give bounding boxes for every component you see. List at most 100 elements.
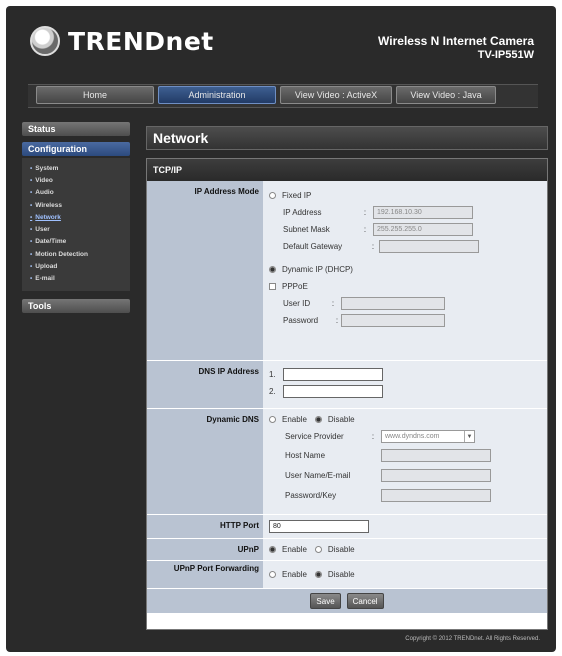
menu-item-motion-detection[interactable]: • Motion Detection <box>22 248 130 260</box>
ip-mode-label: IP Address Mode <box>147 181 263 360</box>
bullet-icon: • <box>30 275 33 283</box>
ddns-password-field[interactable] <box>381 488 491 502</box>
bullet-icon: • <box>30 250 33 258</box>
ddns-enable-radio[interactable] <box>269 416 276 423</box>
ip-mode-values: Fixed IP IP Address:192.168.10.30 Subnet… <box>263 181 547 360</box>
menu-item-wireless[interactable]: • Wireless <box>22 199 130 211</box>
bullet-icon: • <box>30 238 33 246</box>
dhcp-radio[interactable] <box>269 266 276 273</box>
cancel-button[interactable]: Cancel <box>346 593 384 609</box>
bullet-icon: • <box>30 263 33 271</box>
menu-item-audio[interactable]: • Audio <box>22 187 130 199</box>
bullet-icon: • <box>30 226 33 234</box>
ddns-user-field[interactable] <box>381 468 491 482</box>
menu-item-network[interactable]: • Network <box>22 211 130 223</box>
menu-tools[interactable]: Tools <box>22 298 130 313</box>
upnp-row: UPnP Enable Disable <box>147 539 547 561</box>
menu-configuration[interactable]: Configuration <box>22 142 130 156</box>
fixed-ip-label: Fixed IP <box>282 191 312 200</box>
ddns-disable-label: Disable <box>327 415 355 424</box>
upnp-forwarding-label: UPnP Port Forwarding <box>147 561 263 588</box>
bullet-icon: • <box>30 164 33 172</box>
product-info: Wireless N Internet Camera TV-IP551W <box>378 34 534 61</box>
upnp-fwd-enable-radio[interactable] <box>269 571 276 578</box>
service-provider-select[interactable]: www.dyndns.com ▼ <box>381 430 475 443</box>
password-field[interactable] <box>341 314 445 327</box>
network-settings-panel: TCP/IP IP Address Mode Fixed IP IP Addre… <box>146 158 548 630</box>
upnp-disable-label: Disable <box>327 545 355 554</box>
save-button[interactable]: Save <box>310 593 341 609</box>
user-id-field[interactable] <box>341 297 445 310</box>
bullet-icon: • <box>30 189 33 197</box>
upnp-fwd-disable-radio[interactable] <box>314 571 322 578</box>
ddns-disable-radio[interactable] <box>314 416 322 423</box>
ddns-enable-label: Enable <box>282 415 307 424</box>
header: TRENDnet Wireless N Internet Camera TV-I… <box>16 14 546 72</box>
bullet-icon: • <box>30 201 33 209</box>
menu-item-datetime[interactable]: • Date/Time <box>22 236 130 248</box>
trendnet-logo-icon <box>30 26 60 56</box>
configuration-list: • System • Video • Audio • Wireless • Network… <box>22 158 130 291</box>
ddns-values: Enable Disable Service Provider: www.dyndn… <box>263 409 547 514</box>
dhcp-label: Dynamic IP (DHCP) <box>282 265 353 274</box>
dns2-field[interactable] <box>283 385 383 398</box>
menu-status[interactable]: Status <box>22 122 130 136</box>
ip-address-field[interactable]: 192.168.10.30 <box>373 206 473 219</box>
page-title: Network <box>146 126 548 150</box>
host-name-label: Host Name <box>285 450 326 460</box>
camera-admin-frame: TRENDnet Wireless N Internet Camera TV-I… <box>6 6 556 652</box>
pppoe-label: PPPoE <box>282 282 308 291</box>
dns-row: DNS IP Address 1. 2. <box>147 361 547 409</box>
http-port-label: HTTP Port <box>147 515 263 538</box>
copyright: Copyright © 2012 TRENDnet. All Rights Re… <box>405 636 540 642</box>
dns-values: 1. 2. <box>263 361 547 408</box>
upnp-fwd-disable-label: Disable <box>327 570 355 579</box>
dns-label: DNS IP Address <box>147 361 263 408</box>
upnp-fwd-enable-label: Enable <box>282 570 307 579</box>
nav-home[interactable]: Home <box>36 86 154 104</box>
ddns-user-label: User Name/E-mail <box>285 470 351 480</box>
upnp-enable-label: Enable <box>282 545 307 554</box>
ip-address-label: IP Address <box>283 208 322 217</box>
nav-view-video-java[interactable]: View Video : Java <box>396 86 496 104</box>
bullet-icon: • <box>30 176 33 184</box>
user-id-label: User ID <box>283 299 311 308</box>
fixed-ip-radio[interactable] <box>269 192 276 199</box>
upnp-forwarding-row: UPnP Port Forwarding Enable Disable <box>147 561 547 589</box>
logo-text: TRENDnet <box>68 26 214 56</box>
bullet-icon: • <box>30 213 33 221</box>
upnp-disable-radio[interactable] <box>314 546 322 553</box>
http-port-values: 80 <box>263 515 547 538</box>
default-gateway-field[interactable] <box>379 240 479 253</box>
upnp-enable-radio[interactable] <box>269 546 276 553</box>
trendnet-logo: TRENDnet <box>30 26 214 56</box>
ddns-label: Dynamic DNS <box>147 409 263 514</box>
nav-administration[interactable]: Administration <box>158 86 276 104</box>
menu-item-email[interactable]: • E-mail <box>22 273 130 285</box>
dns1-number: 1. <box>269 370 276 379</box>
ip-mode-row: IP Address Mode Fixed IP IP Address:192.… <box>147 181 547 361</box>
http-port-field[interactable]: 80 <box>269 520 369 533</box>
ddns-password-label: Password/Key <box>285 490 337 500</box>
form-buttons: Save Cancel <box>147 589 547 613</box>
dns2-number: 2. <box>269 387 276 396</box>
menu-item-upload[interactable]: • Upload <box>22 260 130 272</box>
menu-item-system[interactable]: • System <box>22 162 130 174</box>
product-name: Wireless N Internet Camera <box>378 34 534 48</box>
top-nav: Home Administration View Video : ActiveX… <box>36 82 536 108</box>
pppoe-checkbox[interactable] <box>269 283 276 290</box>
host-name-field[interactable] <box>381 448 491 462</box>
upnp-values: Enable Disable <box>263 539 547 560</box>
section-header-tcpip: TCP/IP <box>147 159 547 181</box>
subnet-mask-label: Subnet Mask <box>283 225 330 234</box>
nav-view-video-activex[interactable]: View Video : ActiveX <box>280 86 392 104</box>
subnet-mask-field[interactable]: 255.255.255.0 <box>373 223 473 236</box>
ddns-row: Dynamic DNS Enable Disable Service Provid… <box>147 409 547 515</box>
menu-item-user[interactable]: • User <box>22 223 130 235</box>
dns1-field[interactable] <box>283 368 383 381</box>
product-model: TV-IP551W <box>477 49 534 61</box>
default-gateway-label: Default Gateway <box>283 242 343 251</box>
service-provider-label: Service Provider <box>285 432 344 441</box>
upnp-forwarding-values: Enable Disable <box>263 561 547 588</box>
menu-item-video[interactable]: • Video <box>22 174 130 186</box>
